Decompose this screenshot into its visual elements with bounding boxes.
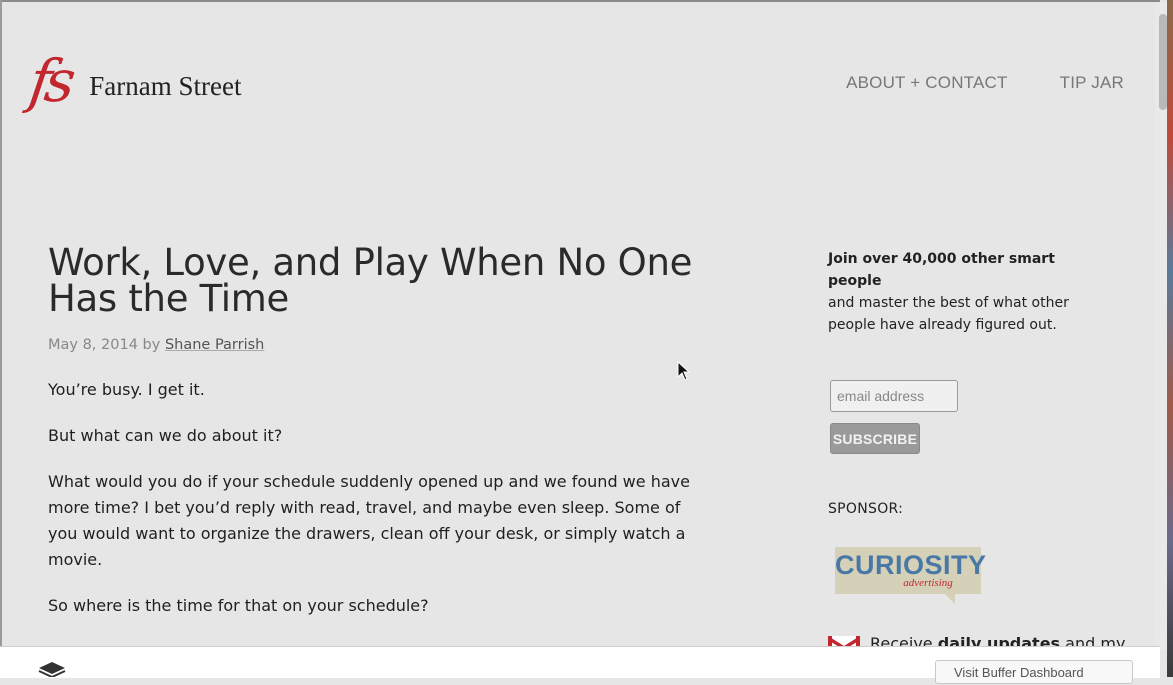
- window-left-border: [0, 0, 2, 650]
- newsletter-pitch: Join over 40,000 other smart people and …: [828, 248, 1108, 336]
- visit-buffer-dashboard-label: Visit Buffer Dashboard: [954, 665, 1084, 680]
- article-title: Work, Love, and Play When No One Has the…: [48, 241, 693, 320]
- sidebar: Join over 40,000 other smart people and …: [828, 248, 1108, 604]
- mouse-cursor-icon: [677, 361, 691, 381]
- newsletter-pitch-bold: Join over 40,000 other smart people: [828, 251, 1055, 289]
- sponsor-label: SPONSOR:: [828, 501, 904, 517]
- buffer-logo-icon: [38, 662, 66, 677]
- article-paragraph: So where is the time for that on your sc…: [48, 596, 429, 615]
- sponsor-ad[interactable]: CURIOSITY advertising: [835, 547, 987, 604]
- scrollbar-thumb[interactable]: [1159, 14, 1167, 110]
- nav-about-contact[interactable]: ABOUT + CONTACT: [846, 73, 1008, 93]
- sponsor-brand: CURIOSITY: [835, 550, 987, 580]
- newsletter-pitch-text: and master the best of what other people…: [828, 295, 1069, 333]
- buffer-toolbar: Visit Buffer Dashboard: [0, 646, 1160, 684]
- visit-buffer-dashboard-button[interactable]: Visit Buffer Dashboard: [935, 660, 1133, 684]
- article-date: May 8, 2014: [48, 337, 138, 353]
- subscribe-button[interactable]: SUBSCRIBE: [830, 423, 920, 454]
- article: Work, Love, and Play When No One Has the…: [48, 241, 698, 619]
- background-window-edge: [1167, 0, 1173, 677]
- article-paragraph: But what can we do about it?: [48, 426, 283, 445]
- logo-text: Farnam Street: [89, 70, 242, 101]
- article-by: by: [142, 337, 161, 353]
- site-logo[interactable]: fs Farnam Street: [25, 47, 242, 115]
- window-top-border: [0, 0, 1160, 2]
- nav-tip-jar[interactable]: TIP JAR: [1060, 73, 1124, 93]
- article-paragraph: What would you do if your schedule sudde…: [48, 472, 690, 569]
- main-nav: ABOUT + CONTACT TIP JAR: [846, 73, 1124, 93]
- article-meta: May 8, 2014 by Shane Parrish: [48, 337, 698, 353]
- logo-mark: fs: [25, 47, 75, 115]
- article-paragraph: You’re busy. I get it.: [48, 380, 205, 399]
- email-input[interactable]: [830, 380, 958, 412]
- author-link[interactable]: Shane Parrish: [165, 337, 264, 353]
